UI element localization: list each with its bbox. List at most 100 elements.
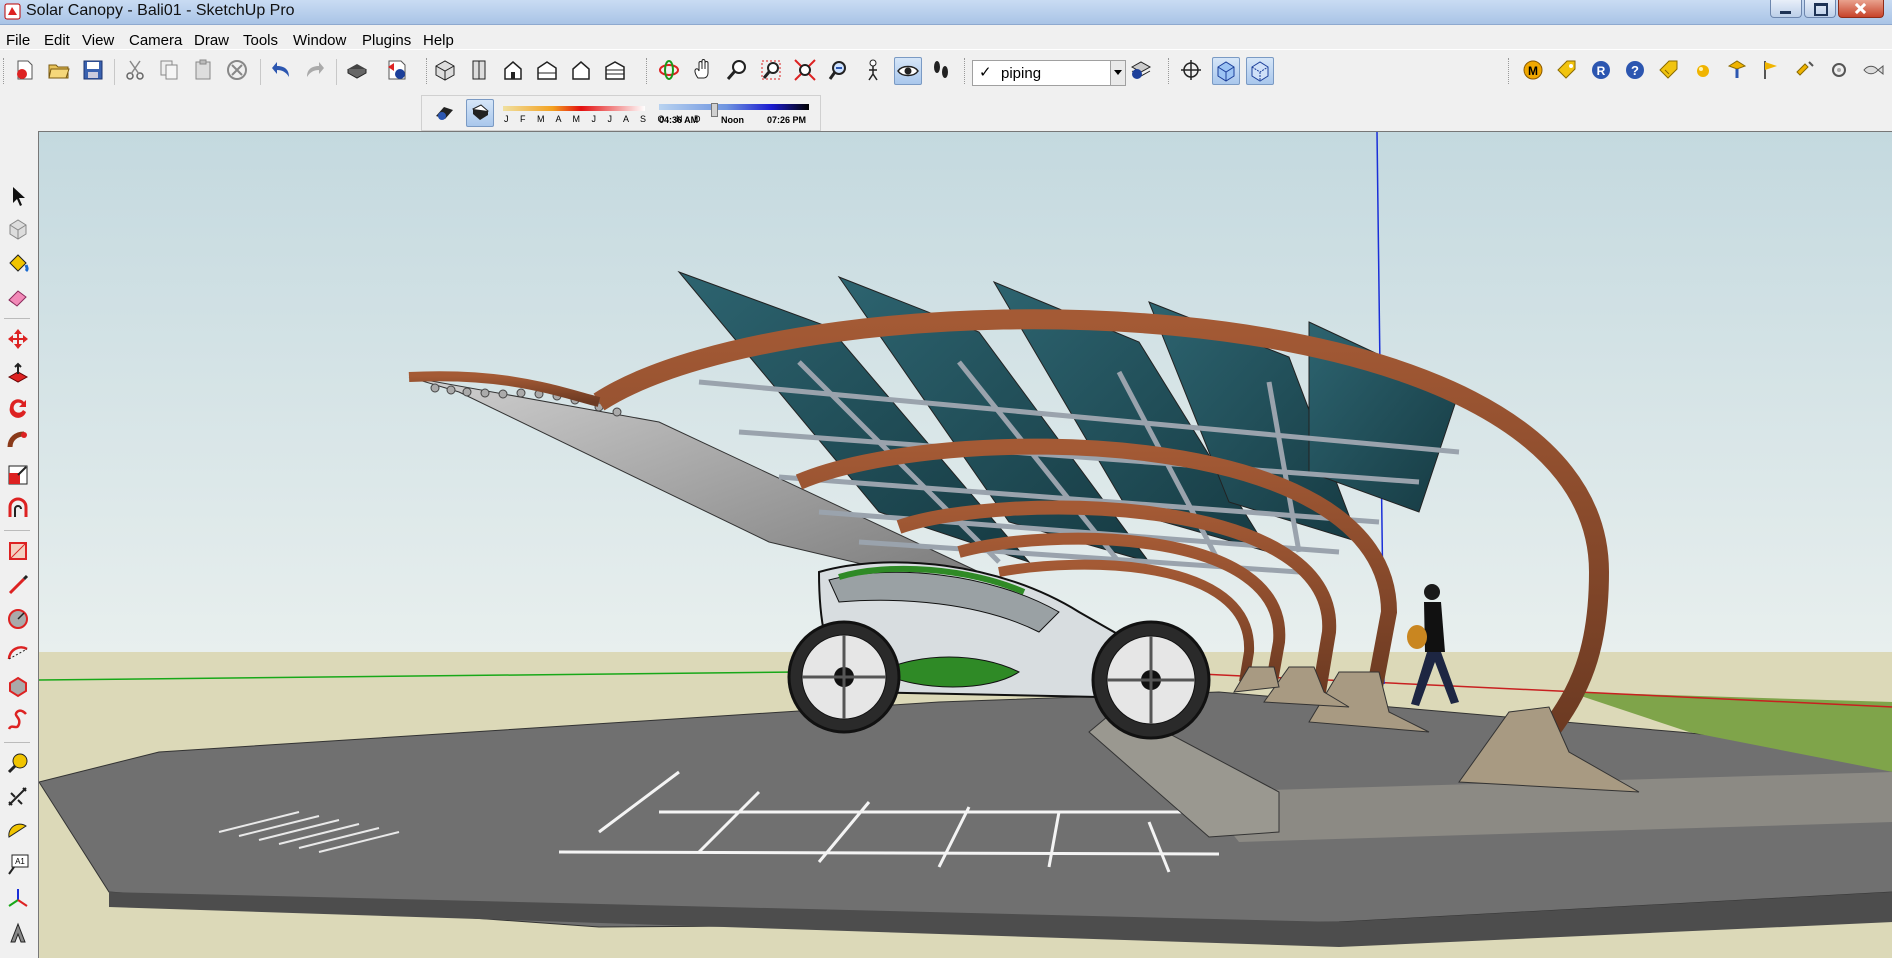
xray-icon[interactable] [1212,57,1240,85]
layer-manager-icon[interactable] [1128,57,1154,83]
axes-icon[interactable] [1178,57,1204,83]
plugin-flag-icon[interactable] [1758,57,1784,83]
plugin-m-icon[interactable]: M [1520,57,1546,83]
chevron-down-icon[interactable] [1110,61,1125,85]
paste-icon[interactable] [190,57,216,83]
display-shadows-icon[interactable] [466,99,494,127]
plugin-tag-icon[interactable] [1554,57,1580,83]
walk-icon[interactable] [928,57,954,83]
top-view-icon[interactable] [466,57,492,83]
menu-camera[interactable]: Camera [129,32,182,49]
menu-draw[interactable]: Draw [194,32,229,49]
erase-icon[interactable] [224,57,250,83]
scene-canvas [39,132,1892,958]
window-controls [1770,0,1884,20]
zoom-extents-icon[interactable] [792,57,818,83]
print-icon[interactable] [344,57,370,83]
text-icon[interactable]: A1 [6,853,30,877]
zoom-icon[interactable] [724,57,750,83]
back-edges-icon[interactable] [1246,57,1274,85]
maximize-button[interactable] [1804,0,1836,18]
protractor-icon[interactable] [6,819,30,843]
undo-icon[interactable] [268,57,294,83]
look-around-icon[interactable] [894,57,922,85]
paint-bucket-icon[interactable] [6,251,30,275]
shadow-time-slider[interactable]: 04:36 AM Noon 07:26 PM [659,103,809,126]
open-icon[interactable] [46,57,72,83]
save-icon[interactable] [80,57,106,83]
plugin-arrow-icon[interactable] [1792,57,1818,83]
help-icon[interactable]: ? [1622,57,1648,83]
left-view-icon[interactable] [602,57,628,83]
eraser-icon[interactable] [6,285,30,309]
offset-icon[interactable] [6,497,30,521]
make-component-icon[interactable] [6,217,30,241]
move-icon[interactable] [6,327,30,351]
sketchup-app-icon [4,3,21,20]
rectangle-icon[interactable] [6,539,30,563]
menu-plugins[interactable]: Plugins [362,32,411,49]
title-bar: Solar Canopy - Bali01 - SketchUp Pro [0,0,1892,25]
menu-edit[interactable]: Edit [44,32,70,49]
plugin-beacon-icon[interactable] [1724,57,1750,83]
plugin-r-icon[interactable]: R [1588,57,1614,83]
line-icon[interactable] [6,573,30,597]
toolbar-separator [260,59,261,85]
menu-window[interactable]: Window [293,32,346,49]
plugin-fish-icon[interactable] [1860,57,1886,83]
copy-icon[interactable] [156,57,182,83]
front-view-icon[interactable] [500,57,526,83]
large-tool-set: A1 [0,175,35,957]
model-info-icon[interactable] [384,57,410,83]
svg-text:M: M [1528,64,1538,78]
freehand-icon[interactable] [6,709,30,733]
toolbar-grip [646,58,650,84]
right-view-icon[interactable] [534,57,560,83]
rotate-icon[interactable] [6,395,30,419]
zoom-window-icon[interactable] [758,57,784,83]
plugin-ring-icon[interactable] [1826,57,1852,83]
iso-view-icon[interactable] [432,57,458,83]
toolbar-grip [1508,58,1512,84]
svg-text:A1: A1 [15,857,25,866]
time-slider-thumb[interactable] [711,103,718,117]
svg-text:?: ? [1631,63,1639,78]
minimize-button[interactable] [1770,0,1802,18]
menu-bar: File Edit View Camera Draw Tools Window … [0,25,1892,49]
push-pull-icon[interactable] [6,361,30,385]
menu-tools[interactable]: Tools [243,32,278,49]
plugin-tag2-icon[interactable] [1656,57,1682,83]
shadow-settings-icon[interactable] [432,99,458,125]
tape-measure-icon[interactable] [6,751,30,775]
scale-icon[interactable] [6,463,30,487]
follow-me-icon[interactable] [6,429,30,453]
orbit-icon[interactable] [656,57,682,83]
menu-help[interactable]: Help [423,32,454,49]
sunset-time: 07:26 PM [767,115,807,125]
menu-view[interactable]: View [82,32,114,49]
circle-icon[interactable] [6,607,30,631]
select-icon[interactable] [6,184,30,208]
dimension-icon[interactable] [6,785,30,809]
toolbar-grip [3,58,7,84]
position-camera-icon[interactable] [860,57,886,83]
model-viewport[interactable] [38,131,1892,958]
redo-icon[interactable] [302,57,328,83]
layer-visible-check: ✓ [979,64,992,81]
new-icon[interactable] [12,57,38,83]
pan-icon[interactable] [690,57,716,83]
current-layer-name: piping [1001,65,1042,82]
date-gradient-bar [503,106,645,111]
close-button[interactable] [1838,0,1884,18]
arc-icon[interactable] [6,641,30,665]
cut-icon[interactable] [122,57,148,83]
axes-tool-icon[interactable] [6,887,30,911]
3d-text-icon[interactable] [6,921,30,945]
menu-file[interactable]: File [6,32,30,49]
polygon-icon[interactable] [6,675,30,699]
sphere-icon[interactable] [1690,57,1716,83]
back-view-icon[interactable] [568,57,594,83]
layer-dropdown[interactable]: ✓ piping [972,60,1126,86]
shadow-date-slider[interactable]: J F M A M J J A S O N D [503,106,701,124]
previous-view-icon[interactable] [826,57,852,83]
